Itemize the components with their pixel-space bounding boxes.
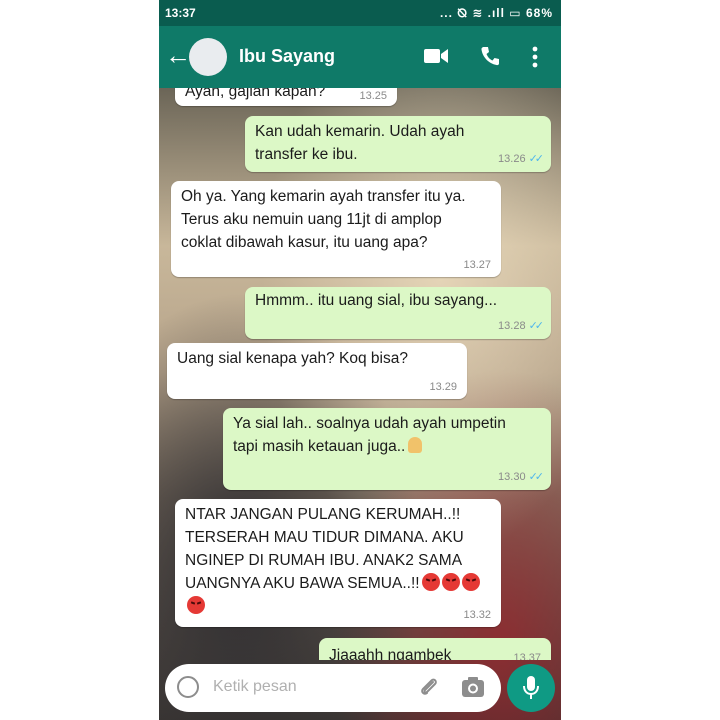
more-options-icon[interactable] — [532, 46, 538, 68]
message-incoming[interactable]: Uang sial kenapa yah? Koq bisa? 13.29 — [167, 343, 467, 399]
message-text: Jiaaahh ngambek — [329, 647, 452, 660]
message-time: 13.27 — [463, 259, 491, 271]
attach-icon[interactable] — [417, 676, 441, 700]
message-text-content: Ya sial lah.. soalnya udah ayah umpetin … — [233, 415, 506, 455]
message-time: 13.25 — [359, 90, 387, 102]
status-time: 13:37 — [165, 6, 196, 20]
back-arrow-icon[interactable]: ← — [165, 42, 191, 68]
status-bar: 13:37 ... ⦰ ≋ .ıll ▭ 68% — [159, 0, 561, 26]
compose-bar: Ketik pesan — [159, 660, 561, 720]
read-receipt-icon: ✓✓ — [528, 320, 545, 332]
message-text: Ya sial lah.. soalnya udah ayah umpetin … — [233, 412, 513, 458]
mic-icon — [523, 676, 539, 699]
message-incoming[interactable]: Oh ya. Yang kemarin ayah transfer itu ya… — [171, 181, 501, 277]
message-incoming[interactable]: NTAR JANGAN PULANG KERUMAH..!! TERSERAH … — [175, 499, 501, 627]
message-incoming[interactable]: Ayah, gajian kapan? 13.25 — [175, 88, 397, 106]
message-meta: 13.26 ✓✓ — [498, 152, 545, 165]
woman-facepalm-emoji — [408, 437, 423, 453]
message-outgoing[interactable]: Ya sial lah.. soalnya udah ayah umpetin … — [223, 408, 551, 490]
message-text: Ayah, gajian kapan? — [185, 88, 326, 100]
message-input-placeholder: Ketik pesan — [213, 678, 297, 695]
message-list[interactable]: Ayah, gajian kapan? 13.25 Kan udah kemar… — [159, 88, 561, 660]
mic-button[interactable] — [507, 664, 555, 712]
message-time: 13.29 — [429, 381, 457, 393]
message-meta: 13.30 ✓✓ — [498, 470, 545, 483]
message-text: Hmmm.. itu uang sial, ibu sayang... — [255, 292, 498, 309]
message-time: 13.37 — [513, 652, 541, 660]
message-text: Uang sial kenapa yah? Koq bisa? — [177, 350, 408, 367]
message-outgoing[interactable]: Kan udah kemarin. Udah ayah transfer ke … — [245, 116, 551, 172]
message-text: Kan udah kemarin. Udah ayah transfer ke … — [255, 123, 465, 163]
chat-header: ← Ibu Sayang — [159, 26, 561, 88]
message-text: NTAR JANGAN PULANG KERUMAH..!! TERSERAH … — [185, 503, 490, 618]
message-input[interactable]: Ketik pesan — [165, 664, 501, 712]
message-outgoing[interactable]: Jiaaahh ngambek 13.37 — [319, 638, 551, 660]
message-time: 13.30 — [498, 471, 526, 483]
emoji-icon[interactable] — [177, 676, 199, 698]
phone-call-icon[interactable] — [479, 45, 501, 67]
contact-name[interactable]: Ibu Sayang — [239, 46, 335, 67]
angry-face-emoji — [421, 573, 440, 591]
video-call-icon[interactable] — [423, 46, 449, 66]
message-time: 13.32 — [463, 609, 491, 621]
read-receipt-icon: ✓✓ — [528, 153, 545, 165]
message-outgoing[interactable]: Hmmm.. itu uang sial, ibu sayang... 13.2… — [245, 287, 551, 339]
angry-face-emoji — [461, 573, 480, 591]
message-text: Oh ya. Yang kemarin ayah transfer itu ya… — [181, 188, 466, 251]
message-meta: 13.28 ✓✓ — [498, 319, 545, 332]
angry-face-emoji — [441, 573, 460, 591]
message-time: 13.28 — [498, 320, 526, 332]
message-time: 13.26 — [498, 153, 526, 165]
camera-icon[interactable] — [461, 676, 485, 698]
angry-face-emoji — [187, 596, 205, 614]
phone-screen: 13:37 ... ⦰ ≋ .ıll ▭ 68% ← Ibu Sayang Ay… — [159, 0, 561, 720]
read-receipt-icon: ✓✓ — [528, 471, 545, 483]
contact-avatar[interactable] — [189, 38, 227, 76]
status-icons: ... ⦰ ≋ .ıll ▭ 68% — [439, 6, 553, 20]
